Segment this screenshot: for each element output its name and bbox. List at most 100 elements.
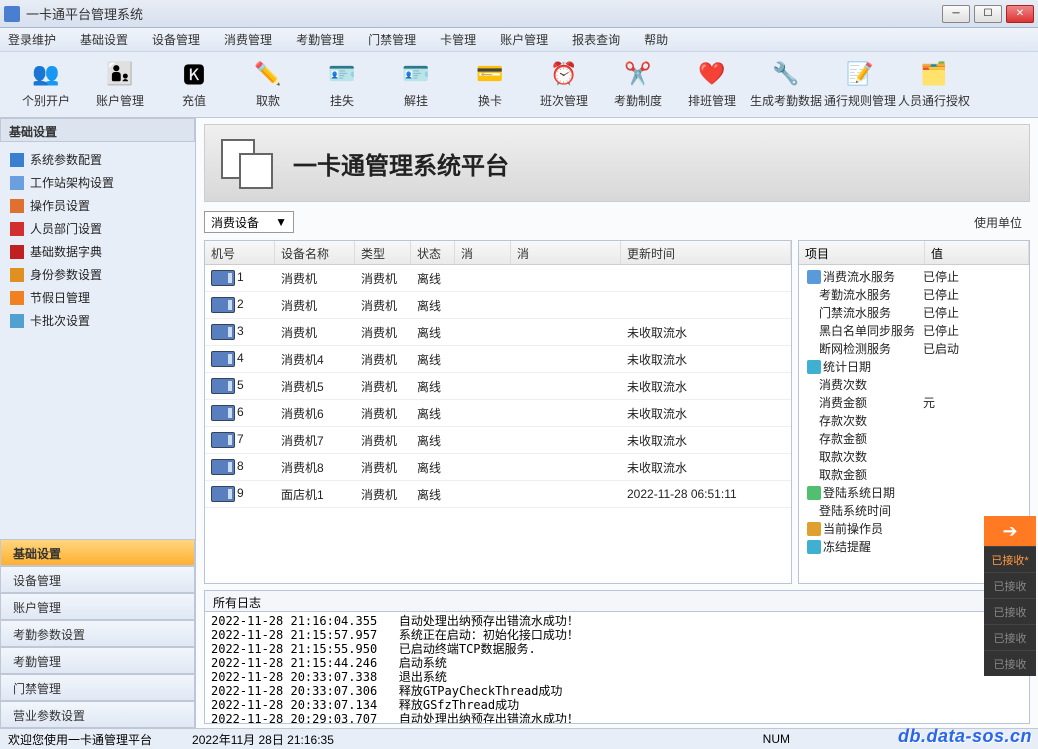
- log-box[interactable]: 2022-11-28 21:16:04.355 自动处理出纳预存出错流水成功！ …: [204, 612, 1030, 724]
- toolbar-button-10[interactable]: 🔧生成考勤数据: [750, 55, 822, 115]
- table-col-4[interactable]: 消: [455, 241, 511, 264]
- rpanel-item-4[interactable]: 已接收: [984, 650, 1036, 676]
- property-value: 已停止: [923, 304, 1025, 321]
- sidebar-item-0[interactable]: 系统参数配置: [4, 148, 191, 171]
- menu-item-3[interactable]: 消费管理: [224, 31, 272, 48]
- toolbar-label: 排班管理: [688, 92, 736, 109]
- property-row: 消费流水服务已停止: [799, 267, 1029, 285]
- table-row[interactable]: 9面店机1消费机离线2022-11-28 06:51:11: [205, 481, 791, 508]
- sidebar-tree: 系统参数配置工作站架构设置操作员设置人员部门设置基础数据字典身份参数设置节假日管…: [0, 142, 195, 539]
- property-key: 门禁流水服务: [819, 306, 891, 320]
- sidebar-item-5[interactable]: 身份参数设置: [4, 263, 191, 286]
- sidebar: 基础设置 系统参数配置工作站架构设置操作员设置人员部门设置基础数据字典身份参数设…: [0, 118, 196, 728]
- sidebar-item-4[interactable]: 基础数据字典: [4, 240, 191, 263]
- table-col-5[interactable]: 消: [511, 241, 621, 264]
- sidebar-nav-3[interactable]: 考勤参数设置: [0, 620, 195, 647]
- toolbar-button-11[interactable]: 📝通行规则管理: [824, 55, 896, 115]
- table-body[interactable]: 1消费机消费机离线2消费机消费机离线3消费机消费机离线未收取流水4消费机4消费机…: [205, 265, 791, 583]
- maximize-button[interactable]: ☐: [974, 5, 1002, 23]
- toolbar-button-1[interactable]: 👨‍👦账户管理: [84, 55, 156, 115]
- banner-icon: [221, 139, 277, 187]
- toolbar-button-3[interactable]: ✏️取款: [232, 55, 304, 115]
- rpanel-item-1[interactable]: 已接收: [984, 572, 1036, 598]
- sidebar-item-icon: [10, 245, 24, 259]
- toolbar-button-4[interactable]: 🪪挂失: [306, 55, 378, 115]
- toolbar-button-9[interactable]: ❤️排班管理: [676, 55, 748, 115]
- sidebar-item-label: 工作站架构设置: [30, 174, 114, 191]
- toolbar-label: 挂失: [330, 92, 354, 109]
- toolbar-button-8[interactable]: ✂️考勤制度: [602, 55, 674, 115]
- table-col-6[interactable]: 更新时间: [621, 241, 791, 264]
- table-row[interactable]: 8消费机8消费机离线未收取流水: [205, 454, 791, 481]
- sidebar-item-7[interactable]: 卡批次设置: [4, 309, 191, 332]
- table-row[interactable]: 1消费机消费机离线: [205, 265, 791, 292]
- menu-item-4[interactable]: 考勤管理: [296, 31, 344, 48]
- property-key: 黑白名单同步服务: [819, 324, 915, 338]
- sidebar-item-icon: [10, 314, 24, 328]
- table-col-0[interactable]: 机号: [205, 241, 275, 264]
- sidebar-item-label: 系统参数配置: [30, 151, 102, 168]
- device-type-dropdown[interactable]: 消费设备 ▼: [204, 211, 294, 233]
- sidebar-item-icon: [10, 268, 24, 282]
- sidebar-nav-4[interactable]: 考勤管理: [0, 647, 195, 674]
- toolbar-button-6[interactable]: 💳换卡: [454, 55, 526, 115]
- toolbar: 👥个别开户👨‍👦账户管理 🅺 充值 ✏️取款🪪挂失🪪解挂💳换卡⏰班次管理✂️考勤制度❤…: [0, 52, 1038, 118]
- toolbar-label: 充值: [182, 92, 206, 109]
- toolbar-icon: ✏️: [254, 60, 282, 88]
- sidebar-item-3[interactable]: 人员部门设置: [4, 217, 191, 240]
- rpanel-item-0[interactable]: 已接收*: [984, 546, 1036, 572]
- table-row[interactable]: 5消费机5消费机离线未收取流水: [205, 373, 791, 400]
- toolbar-label: 人员通行授权: [898, 92, 970, 109]
- sidebar-item-label: 身份参数设置: [30, 266, 102, 283]
- sidebar-item-1[interactable]: 工作站架构设置: [4, 171, 191, 194]
- table-row[interactable]: 4消费机4消费机离线未收取流水: [205, 346, 791, 373]
- menu-item-0[interactable]: 登录维护: [8, 31, 56, 48]
- status-welcome: 欢迎您使用一卡通管理平台: [8, 731, 152, 748]
- menu-item-2[interactable]: 设备管理: [152, 31, 200, 48]
- property-key: 当前操作员: [823, 522, 883, 536]
- rpanel-item-3[interactable]: 已接收: [984, 624, 1036, 650]
- sidebar-item-icon: [10, 199, 24, 213]
- toolbar-button-5[interactable]: 🪪解挂: [380, 55, 452, 115]
- menu-item-7[interactable]: 账户管理: [500, 31, 548, 48]
- sidebar-nav-1[interactable]: 设备管理: [0, 566, 195, 593]
- table-row[interactable]: 6消费机6消费机离线未收取流水: [205, 400, 791, 427]
- menu-item-5[interactable]: 门禁管理: [368, 31, 416, 48]
- sidebar-nav-2[interactable]: 账户管理: [0, 593, 195, 620]
- property-section-icon: [807, 522, 821, 536]
- property-row: 考勤流水服务已停止: [799, 285, 1029, 303]
- device-icon: [211, 378, 235, 394]
- menu-item-9[interactable]: 帮助: [644, 31, 668, 48]
- toolbar-label: 班次管理: [540, 92, 588, 109]
- sidebar-nav-5[interactable]: 门禁管理: [0, 674, 195, 701]
- table-col-2[interactable]: 类型: [355, 241, 411, 264]
- dropdown-value: 消费设备: [211, 214, 259, 231]
- device-icon: [211, 405, 235, 421]
- toolbar-icon: 🅺: [180, 60, 208, 88]
- app-icon: [4, 6, 20, 22]
- property-value: 元: [923, 394, 1025, 411]
- table-col-1[interactable]: 设备名称: [275, 241, 355, 264]
- toolbar-button-0[interactable]: 👥个别开户: [10, 55, 82, 115]
- rpanel-arrow-button[interactable]: ➔: [984, 516, 1036, 546]
- menu-item-1[interactable]: 基础设置: [80, 31, 128, 48]
- menu-item-8[interactable]: 报表查询: [572, 31, 620, 48]
- property-row: 存款次数: [799, 411, 1029, 429]
- toolbar-button-12[interactable]: 🗂️人员通行授权: [898, 55, 970, 115]
- rpanel-item-2[interactable]: 已接收: [984, 598, 1036, 624]
- content: 一卡通管理系统平台 消费设备 ▼ 使用单位 机号设备名称类型状态消消更新时间 1…: [196, 118, 1038, 728]
- table-row[interactable]: 3消费机消费机离线未收取流水: [205, 319, 791, 346]
- toolbar-button-7[interactable]: ⏰班次管理: [528, 55, 600, 115]
- sidebar-nav-0[interactable]: 基础设置: [0, 539, 195, 566]
- toolbar-button-2[interactable]: 🅺 充值: [158, 55, 230, 115]
- table-col-3[interactable]: 状态: [411, 241, 455, 264]
- property-row: 取款金额: [799, 465, 1029, 483]
- menu-item-6[interactable]: 卡管理: [440, 31, 476, 48]
- sidebar-item-2[interactable]: 操作员设置: [4, 194, 191, 217]
- sidebar-nav-6[interactable]: 营业参数设置: [0, 701, 195, 728]
- sidebar-item-6[interactable]: 节假日管理: [4, 286, 191, 309]
- close-button[interactable]: ✕: [1006, 5, 1034, 23]
- table-row[interactable]: 2消费机消费机离线: [205, 292, 791, 319]
- minimize-button[interactable]: ─: [942, 5, 970, 23]
- table-row[interactable]: 7消费机7消费机离线未收取流水: [205, 427, 791, 454]
